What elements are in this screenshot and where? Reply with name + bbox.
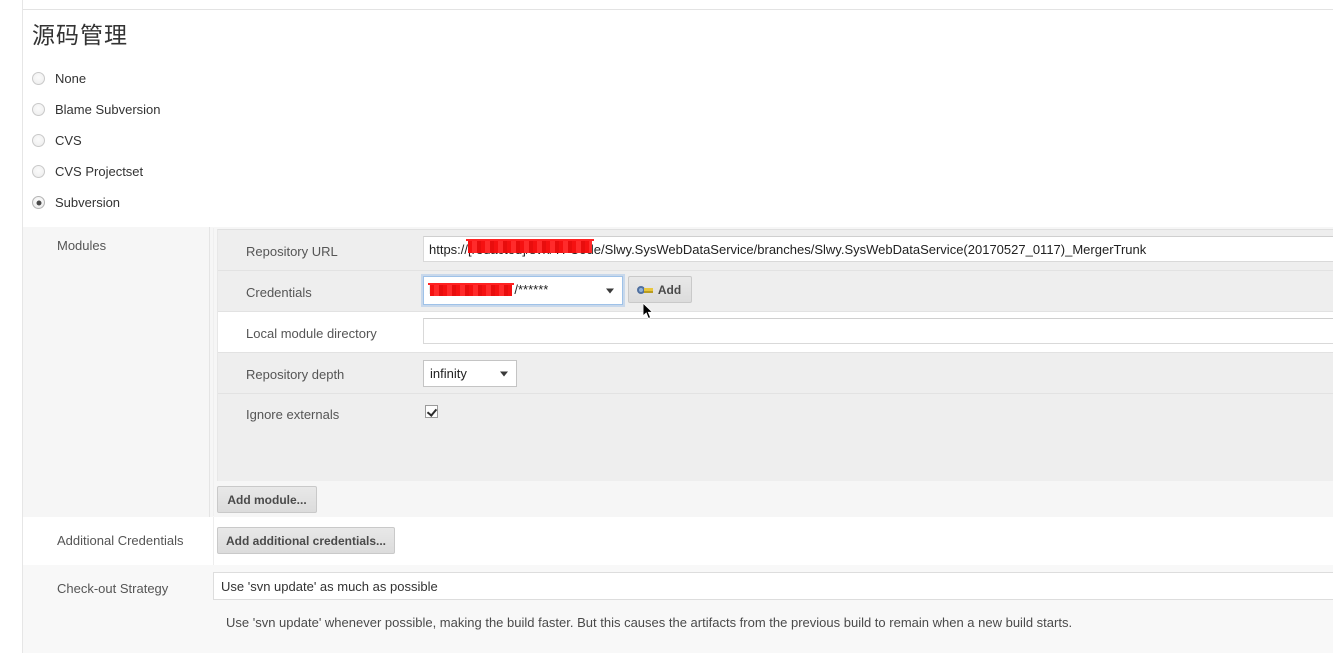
radio-icon-cvs-projectset[interactable] (32, 165, 45, 178)
field-row-local-module-directory: Local module directory (218, 312, 1333, 353)
repository-depth-value: infinity (430, 366, 467, 381)
chevron-down-icon (606, 288, 614, 293)
scm-option-subversion[interactable]: Subversion (32, 187, 1322, 218)
scm-option-none[interactable]: None (32, 63, 1322, 94)
scm-option-cvs[interactable]: CVS (32, 125, 1322, 156)
repository-url-label: Repository URL (246, 244, 338, 259)
scm-option-label: CVS Projectset (55, 164, 144, 179)
scm-option-label: None (55, 71, 87, 86)
scm-option-label: Subversion (55, 195, 121, 210)
field-row-repository-url: Repository URL (218, 230, 1333, 271)
radio-icon-cvs[interactable] (32, 134, 45, 147)
field-row-repository-depth: Repository depth infinity (218, 353, 1333, 394)
radio-icon-blame-subversion[interactable] (32, 103, 45, 116)
redaction-stroke-credentials (428, 283, 514, 285)
scm-option-label: Blame Subversion (55, 102, 161, 117)
scm-option-cvs-projectset[interactable]: CVS Projectset (32, 156, 1322, 187)
additional-credentials-row: Additional Credentials Add additional cr… (23, 517, 1333, 565)
radio-icon-subversion[interactable] (32, 196, 45, 209)
field-row-credentials: Credentials [redacted]/****** h /****** … (218, 271, 1333, 312)
checkout-strategy-value: Use 'svn update' as much as possible (221, 578, 438, 594)
page-title: 源码管理 (32, 23, 128, 48)
additional-credentials-divider (213, 517, 214, 565)
additional-credentials-label: Additional Credentials (57, 533, 184, 548)
checkout-strategy-label: Check-out Strategy (57, 581, 169, 596)
subversion-settings: Modules Repository URL Credentials (23, 227, 1333, 653)
ignore-externals-label: Ignore externals (246, 407, 340, 422)
modules-label: Modules (57, 238, 107, 253)
repository-depth-label: Repository depth (246, 367, 345, 382)
checkout-strategy-help-text: Use 'svn update' whenever possible, maki… (226, 615, 1073, 630)
local-module-directory-input[interactable] (423, 318, 1333, 344)
checkout-strategy-select[interactable]: Use 'svn update' as much as possible (213, 572, 1333, 600)
add-credentials-button-label: Add (657, 282, 682, 297)
credentials-label: Credentials (246, 285, 312, 300)
scm-option-blame-subversion[interactable]: Blame Subversion (32, 94, 1322, 125)
modules-divider (209, 227, 210, 517)
module-panel: Repository URL Credentials [redacted]/**… (217, 229, 1333, 481)
scm-configuration-page: 源码管理 None Blame Subversion CVS CVS Proje… (0, 0, 1333, 653)
add-additional-credentials-button-label: Add additional credentials... (225, 533, 387, 548)
top-divider (22, 9, 1333, 10)
add-module-button[interactable]: Add module... (217, 486, 317, 513)
scm-option-label: CVS (55, 133, 82, 148)
chevron-down-icon (500, 371, 508, 376)
add-additional-credentials-button[interactable]: Add additional credentials... (217, 527, 395, 554)
add-credentials-button[interactable]: Add (628, 276, 692, 303)
checkout-strategy-row: Check-out Strategy Use 'svn update' as m… (23, 565, 1333, 653)
radio-icon-none[interactable] (32, 72, 45, 85)
redaction-stroke-repository-url (466, 239, 594, 241)
ignore-externals-checkbox[interactable] (425, 405, 438, 418)
modules-section: Modules Repository URL Credentials (23, 227, 1333, 517)
local-module-directory-label: Local module directory (246, 326, 377, 341)
modules-divider-inner (213, 228, 214, 516)
add-module-button-label: Add module... (227, 492, 307, 507)
field-row-ignore-externals: Ignore externals (218, 394, 1333, 481)
scm-radio-group: None Blame Subversion CVS CVS Projectset… (32, 63, 1322, 218)
key-icon (636, 284, 653, 296)
repository-depth-select[interactable]: infinity (423, 360, 517, 387)
